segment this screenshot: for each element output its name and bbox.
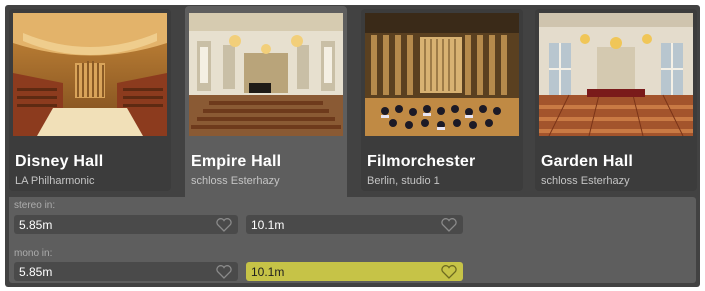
hall-subtitle: Berlin, studio 1 <box>367 175 440 187</box>
distance-value: 10.1m <box>251 218 285 232</box>
impulse-response-panel: stereo in: 5.85m 10.1m mono in: 5.85m 10… <box>9 197 696 283</box>
garden-hall-photo <box>539 13 693 136</box>
hall-subtitle: schloss Esterhazy <box>191 175 280 187</box>
hall-card-empire-hall[interactable]: Empire Hall schloss Esterhazy <box>185 6 347 199</box>
filmorchester-photo <box>365 13 519 136</box>
reverb-hall-browser: Disney Hall LA Philharmonic Empire Hall … <box>5 5 700 287</box>
heart-icon[interactable] <box>441 218 457 232</box>
heart-icon[interactable] <box>216 218 232 232</box>
hall-name: Empire Hall <box>191 153 282 170</box>
mono-distance-2[interactable]: 10.1m <box>246 262 463 281</box>
stereo-group-label: stereo in: <box>14 200 56 211</box>
empire-hall-photo <box>189 13 343 136</box>
hall-name: Filmorchester <box>367 153 476 170</box>
mono-distance-1[interactable]: 5.85m <box>14 262 238 281</box>
disney-hall-photo <box>13 13 167 136</box>
hall-card-disney-hall[interactable]: Disney Hall LA Philharmonic <box>9 9 171 191</box>
hall-subtitle: schloss Esterhazy <box>541 175 630 187</box>
distance-value: 5.85m <box>19 265 53 279</box>
heart-icon[interactable] <box>441 265 457 279</box>
distance-value: 5.85m <box>19 218 53 232</box>
hall-name: Garden Hall <box>541 153 634 170</box>
hall-subtitle: LA Philharmonic <box>15 175 95 187</box>
mono-group-label: mono in: <box>14 248 53 259</box>
heart-icon[interactable] <box>216 265 232 279</box>
stereo-distance-1[interactable]: 5.85m <box>14 215 238 234</box>
hall-card-garden-hall[interactable]: Garden Hall schloss Esterhazy <box>535 9 697 191</box>
hall-card-filmorchester[interactable]: Filmorchester Berlin, studio 1 <box>361 9 523 191</box>
distance-value: 10.1m <box>251 265 285 279</box>
stereo-distance-2[interactable]: 10.1m <box>246 215 463 234</box>
hall-name: Disney Hall <box>15 153 104 170</box>
